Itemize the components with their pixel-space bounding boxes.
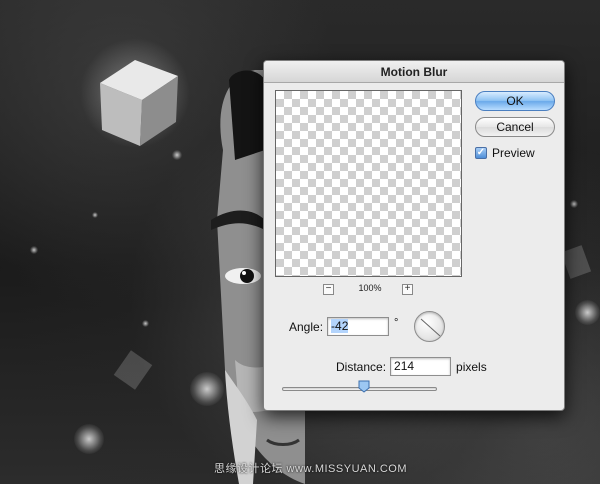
- checkmark-icon[interactable]: ✓: [475, 147, 487, 159]
- dial-line: [420, 318, 441, 337]
- slider-thumb-icon[interactable]: [358, 380, 370, 393]
- shard-fragment: [113, 350, 153, 390]
- preview-checkbox-row[interactable]: ✓ Preview: [475, 146, 535, 160]
- bokeh-light: [172, 150, 182, 160]
- bokeh-light: [575, 300, 600, 325]
- watermark-text: 思缘设计论坛 www.MISSYUAN.COM: [214, 463, 408, 475]
- zoom-in-button[interactable]: +: [402, 284, 413, 295]
- bokeh-light: [92, 212, 98, 218]
- angle-input[interactable]: -42: [327, 317, 390, 336]
- angle-label: Angle:: [289, 319, 324, 334]
- angle-value: -42: [331, 319, 349, 333]
- bokeh-light: [30, 246, 38, 254]
- angle-dial-icon[interactable]: [414, 311, 445, 342]
- ok-button[interactable]: OK: [475, 91, 555, 111]
- distance-label: Distance:: [336, 359, 387, 374]
- preview-canvas[interactable]: [275, 90, 462, 277]
- motion-blur-dialog: Motion Blur − 100% + OK Cancel ✓ Preview…: [263, 60, 565, 411]
- bokeh-light: [74, 424, 104, 454]
- bokeh-light: [142, 320, 149, 327]
- cube-graphic: [80, 38, 190, 148]
- dialog-title: Motion Blur: [264, 61, 564, 83]
- angle-row: Angle: -42 °: [289, 317, 398, 336]
- cancel-button[interactable]: Cancel: [475, 117, 555, 137]
- zoom-out-button[interactable]: −: [323, 284, 334, 295]
- preview-label: Preview: [492, 146, 535, 160]
- bokeh-light: [570, 200, 578, 208]
- distance-unit: pixels: [456, 359, 487, 374]
- distance-row: Distance: 214 pixels: [336, 357, 487, 376]
- degree-symbol: °: [394, 317, 399, 329]
- zoom-level: 100%: [358, 283, 382, 293]
- shard-fragment: [560, 245, 592, 279]
- distance-input[interactable]: 214: [390, 357, 452, 376]
